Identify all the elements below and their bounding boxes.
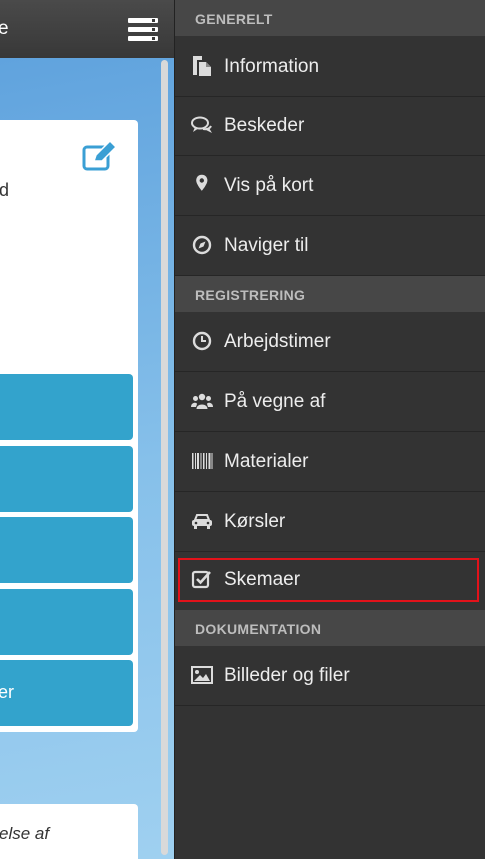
compass-icon (192, 235, 212, 255)
chat-icon (191, 116, 212, 133)
menu-item-information[interactable]: Information (175, 37, 485, 97)
barcode-icon (192, 453, 213, 469)
menu-item-label: Arbejdstimer (224, 331, 331, 352)
app-header: e (0, 0, 174, 58)
document-icon (193, 56, 211, 76)
group-icon (191, 393, 213, 409)
menu-item-label: Billeder og filer (224, 665, 350, 686)
app-header-title: e (0, 18, 9, 39)
menu-item-naviger-til[interactable]: Naviger til (175, 216, 485, 276)
edit-icon[interactable] (82, 141, 118, 173)
menu-item-label: Vis på kort (224, 175, 314, 196)
action-button-3[interactable] (0, 517, 133, 583)
menu-item-label: Kørsler (224, 511, 286, 532)
clock-icon (192, 331, 212, 351)
action-button-1[interactable] (0, 374, 133, 440)
section-header-generelt: GENERELT (175, 0, 485, 36)
image-icon (191, 666, 213, 684)
scrollbar[interactable] (161, 60, 168, 855)
side-menu: GENERELT Information Beskeder Vis på kor… (174, 0, 485, 859)
menu-item-beskeder[interactable]: Beskeder (175, 96, 485, 156)
action-button-2[interactable] (0, 446, 133, 512)
card-text: d (0, 180, 10, 200)
action-button-4[interactable] (0, 589, 133, 655)
menu-item-materialer[interactable]: Materialer (175, 432, 485, 492)
menu-item-koersler[interactable]: Kørsler (175, 492, 485, 552)
menu-item-label: Beskeder (224, 115, 305, 136)
menu-toggle-icon[interactable] (128, 18, 160, 42)
menu-item-arbejdstimer[interactable]: Arbejdstimer (175, 312, 485, 372)
menu-item-label: Materialer (224, 451, 309, 472)
section-header-dokumentation: DOKUMENTATION (175, 610, 485, 646)
menu-item-label: Information (224, 56, 320, 77)
menu-item-billeder-og-filer[interactable]: Billeder og filer (175, 646, 485, 706)
secondary-card-text: else af (0, 824, 50, 843)
highlight-box (178, 558, 479, 602)
menu-item-label: Naviger til (224, 235, 309, 256)
menu-item-paa-vegne-af[interactable]: På vegne af (175, 372, 485, 432)
action-button-5-label: er (0, 682, 15, 702)
action-button-5[interactable]: er (0, 660, 133, 726)
menu-item-label: På vegne af (224, 391, 326, 412)
app-pane: e d er else af (0, 0, 174, 859)
map-pin-icon (196, 174, 208, 191)
section-header-registrering: REGISTRERING (175, 276, 485, 312)
menu-item-vis-paa-kort[interactable]: Vis på kort (175, 156, 485, 216)
car-icon (192, 514, 212, 529)
